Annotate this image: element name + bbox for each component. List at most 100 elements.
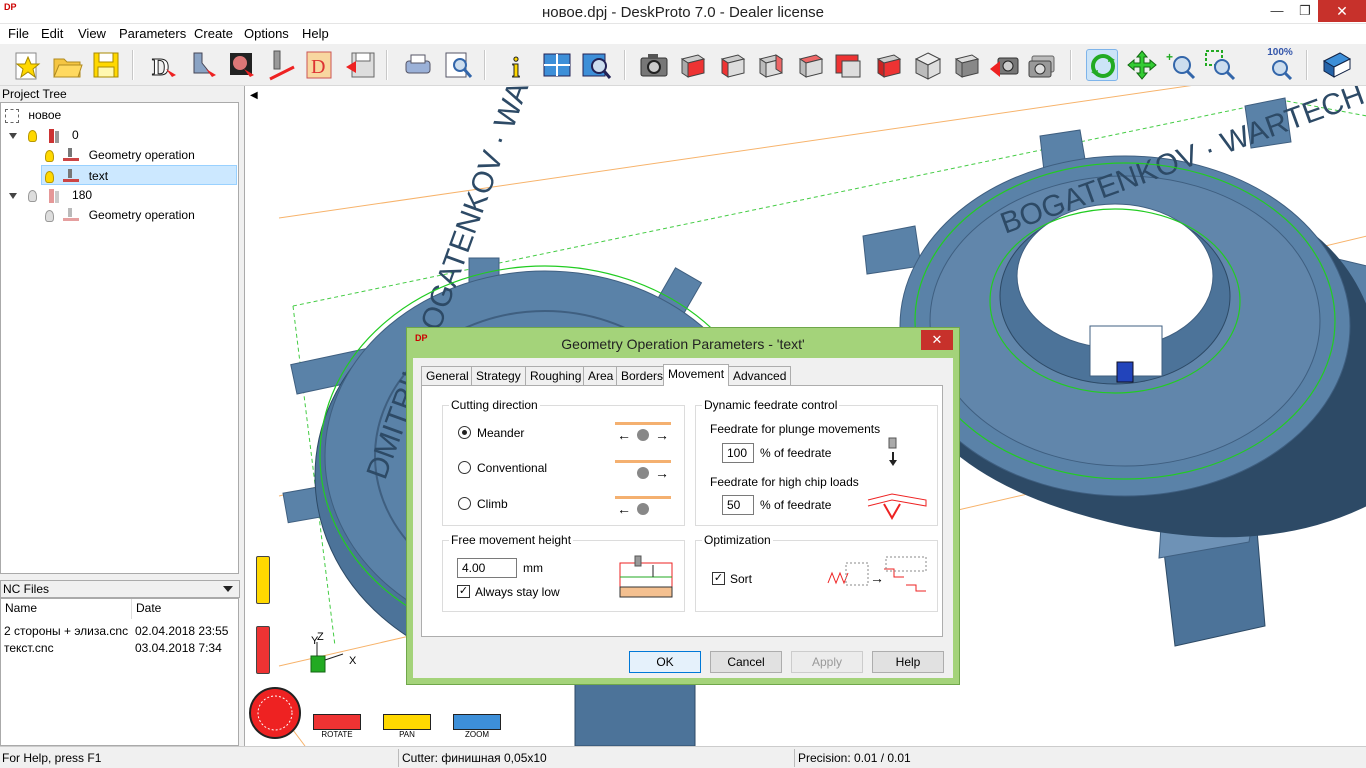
view-bottom-icon[interactable]	[872, 49, 904, 81]
tab-movement[interactable]: Movement	[663, 364, 730, 386]
dropdown-arrow-icon[interactable]	[223, 586, 233, 592]
help-button[interactable]: Help	[872, 651, 944, 673]
minimize-button[interactable]: —	[1262, 0, 1292, 22]
sort-toolpath-diagram-icon: →	[827, 556, 927, 592]
nc-files-header[interactable]: NC Files	[0, 580, 240, 598]
view-top-icon[interactable]	[832, 49, 864, 81]
always-stay-low-checkbox[interactable]: ✓	[457, 585, 470, 598]
project-tree[interactable]: новое 0 Geometry operation text 180 Geom…	[0, 102, 239, 574]
free-movement-height-input[interactable]	[457, 558, 517, 578]
new-project-icon[interactable]	[12, 49, 44, 81]
meander-radio[interactable]	[458, 426, 471, 439]
rotate-slider[interactable]	[256, 626, 270, 674]
menu-view[interactable]: View	[78, 26, 106, 41]
ok-button[interactable]: OK	[629, 651, 701, 673]
rotate-dial-icon[interactable]	[248, 686, 302, 740]
menu-edit[interactable]: Edit	[41, 26, 63, 41]
zoom-window-icon[interactable]	[580, 49, 612, 81]
camera-icon[interactable]	[638, 49, 670, 81]
column-header-date[interactable]: Date	[136, 601, 161, 615]
zoom-box-icon[interactable]	[1204, 49, 1236, 81]
always-stay-low-label[interactable]: Always stay low	[475, 585, 560, 599]
maximize-button[interactable]: ❐	[1290, 0, 1320, 22]
tree-part-180[interactable]: 180	[9, 185, 92, 205]
sort-checkbox[interactable]: ✓	[712, 572, 725, 585]
help-book-icon[interactable]	[1320, 49, 1352, 81]
plunge-feedrate-input[interactable]	[722, 443, 754, 463]
view-front-icon[interactable]	[676, 49, 708, 81]
climb-label[interactable]: Climb	[477, 497, 508, 511]
free-movement-label: Free movement height	[449, 533, 574, 547]
nc-file-name[interactable]: 2 стороны + элиза.cnc	[4, 624, 128, 638]
expand-arrow-icon[interactable]	[9, 192, 17, 199]
print-icon[interactable]	[402, 49, 434, 81]
tab-area[interactable]: Area	[583, 366, 619, 385]
window-layout-icon[interactable]	[541, 49, 573, 81]
conventional-radio[interactable]	[458, 461, 471, 474]
visibility-bulb-icon[interactable]	[45, 170, 54, 183]
menu-create[interactable]: Create	[194, 26, 233, 41]
view-solid-icon[interactable]	[950, 49, 982, 81]
rotate-control-button[interactable]	[313, 714, 361, 730]
close-button[interactable]: ✕	[1318, 0, 1366, 22]
view-left-icon[interactable]	[794, 49, 826, 81]
part-parameters-icon[interactable]	[188, 49, 220, 81]
chip-load-input[interactable]	[722, 495, 754, 515]
visibility-bulb-icon[interactable]	[28, 129, 38, 142]
tree-part-0[interactable]: 0	[9, 125, 79, 145]
pan-mode-icon[interactable]	[1126, 49, 1158, 81]
visibility-bulb-icon[interactable]	[45, 149, 54, 162]
zoom-all-icon[interactable]: 100%	[1264, 47, 1296, 81]
nc-files-list[interactable]: Name Date 2 стороны + элиза.cnc 02.04.20…	[0, 598, 239, 746]
load-part-icon[interactable]: D	[148, 49, 180, 82]
operation-parameters-icon[interactable]	[226, 49, 258, 81]
save-icon[interactable]	[90, 49, 122, 81]
menu-help[interactable]: Help	[302, 26, 329, 41]
tab-general[interactable]: General	[421, 366, 474, 385]
dialog-title-bar[interactable]: DP Geometry Operation Parameters - 'text…	[407, 328, 959, 358]
meander-label[interactable]: Meander	[477, 426, 524, 440]
visibility-bulb-icon[interactable]	[28, 189, 38, 202]
view-iso-icon[interactable]	[912, 49, 944, 81]
tab-advanced[interactable]: Advanced	[728, 366, 792, 385]
zoom-in-icon[interactable]: +	[1164, 49, 1196, 81]
view-right-icon[interactable]	[716, 49, 748, 81]
zoom-control-button[interactable]	[453, 714, 501, 730]
tab-roughing[interactable]: Roughing	[525, 366, 587, 385]
view-back-icon[interactable]	[754, 49, 786, 81]
tree-operation-1[interactable]: Geometry operation	[45, 145, 195, 165]
tree-root[interactable]: новое	[5, 105, 61, 125]
cutter-icon[interactable]	[266, 49, 298, 81]
collapse-panel-arrow-icon[interactable]: ◀	[250, 90, 258, 101]
menu-file[interactable]: File	[8, 26, 29, 41]
column-header-name[interactable]: Name	[5, 601, 37, 615]
dialog-close-button[interactable]: ✕	[921, 330, 953, 350]
open-folder-icon[interactable]	[51, 49, 83, 81]
info-icon[interactable]: i	[502, 49, 534, 85]
visibility-bulb-icon[interactable]	[45, 209, 54, 222]
menu-parameters[interactable]: Parameters	[119, 26, 186, 41]
tab-strategy[interactable]: Strategy	[471, 366, 526, 385]
cancel-button[interactable]: Cancel	[710, 651, 782, 673]
free-movement-unit-label: mm	[523, 561, 543, 575]
print-preview-icon[interactable]	[442, 49, 474, 81]
tree-operation-2[interactable]: Geometry operation	[45, 205, 195, 225]
tab-borders[interactable]: Borders	[616, 366, 669, 385]
expand-arrow-icon[interactable]	[9, 132, 17, 139]
save-nc-icon[interactable]	[344, 49, 376, 81]
conventional-label[interactable]: Conventional	[477, 461, 547, 475]
rotate-mode-icon[interactable]	[1086, 49, 1118, 81]
multi-camera-icon[interactable]	[1026, 49, 1058, 81]
status-precision-text: Precision: 0.01 / 0.01	[798, 751, 911, 765]
menu-options[interactable]: Options	[244, 26, 289, 41]
tree-operation-text[interactable]: text	[41, 165, 237, 185]
create-nc-icon[interactable]: D	[304, 49, 336, 81]
climb-radio[interactable]	[458, 497, 471, 510]
pan-slider[interactable]	[256, 556, 270, 604]
previous-view-icon[interactable]	[988, 49, 1020, 81]
pan-control-button[interactable]	[383, 714, 431, 730]
column-separator[interactable]	[131, 599, 132, 619]
sort-label[interactable]: Sort	[730, 572, 752, 586]
apply-button[interactable]: Apply	[791, 651, 863, 673]
nc-file-name[interactable]: текст.cnc	[4, 641, 54, 655]
